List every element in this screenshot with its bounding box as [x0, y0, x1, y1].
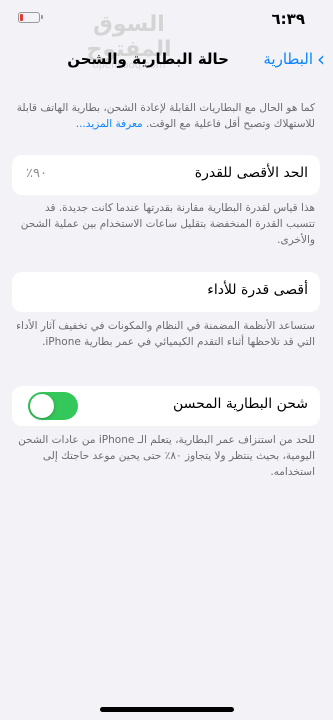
- status-time: ٦:٣٩: [271, 10, 305, 28]
- peak-performance-description: ستساعد الأنظمة المضمنة في النظام والمكون…: [16, 320, 315, 348]
- optimized-charging-label: شحن البطارية المحسن: [172, 396, 308, 412]
- optimized-charging-toggle[interactable]: [28, 392, 78, 420]
- max-capacity-label: الحد الأقصى للقدرة: [194, 165, 308, 181]
- optimized-charging-row: شحن البطارية المحسن: [12, 386, 320, 426]
- back-button-label: البطارية: [263, 50, 313, 68]
- peak-performance-label: أقصى قدرة للأداء: [207, 282, 308, 298]
- page-title: حالة البطارية والشحن: [67, 50, 229, 68]
- chevron-back-icon: ›: [317, 46, 325, 71]
- battery-icon: [18, 12, 43, 23]
- peak-performance-row: أقصى قدرة للأداء: [12, 272, 320, 312]
- max-capacity-row: الحد الأقصى للقدرة ٩٠٪: [12, 155, 320, 195]
- back-button[interactable]: › البطارية: [263, 46, 325, 71]
- learn-more-link[interactable]: معرفة المزيد...: [76, 118, 143, 130]
- max-capacity-value: ٩٠٪: [26, 166, 47, 181]
- optimized-charging-description: للحد من استنزاف عمر البطارية، يتعلم الـ …: [18, 434, 315, 478]
- intro-description: كما هو الحال مع البطاريات القابلة لإعادة…: [15, 100, 315, 132]
- home-indicator[interactable]: [100, 707, 234, 712]
- max-capacity-description: هذا قياس لقدرة البطارية مقارنة بقدرتها ع…: [20, 202, 315, 246]
- intro-text: كما هو الحال مع البطاريات القابلة لإعادة…: [16, 102, 315, 130]
- toggle-knob: [30, 394, 54, 418]
- navigation-bar: › البطارية حالة البطارية والشحن: [0, 46, 333, 74]
- status-bar: ٦:٣٩: [0, 0, 333, 40]
